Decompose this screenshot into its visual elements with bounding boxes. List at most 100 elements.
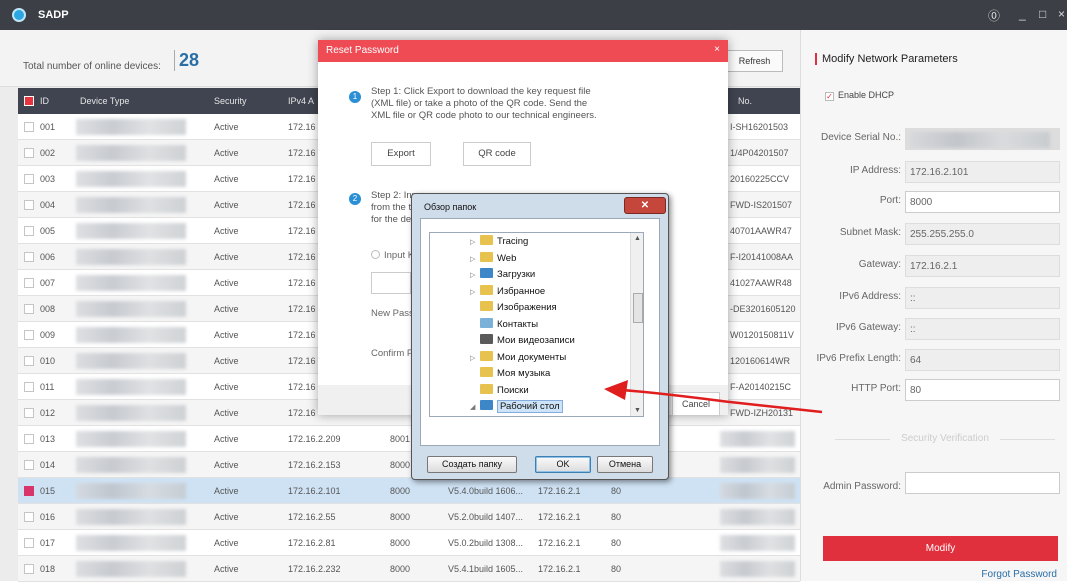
- redacted-serial: [720, 535, 795, 551]
- confirm-password-label: Confirm P: [371, 348, 414, 359]
- row-checkbox[interactable]: [24, 382, 34, 392]
- cell-ip: 172.16: [288, 382, 316, 392]
- http-port-field[interactable]: 80: [905, 379, 1060, 401]
- minimize-button[interactable]: _: [1019, 7, 1026, 21]
- ipv6-prefix-field[interactable]: 64: [905, 349, 1060, 371]
- folder-item[interactable]: ◢ Рабочий стол: [470, 400, 563, 416]
- radio-icon: [371, 250, 380, 259]
- folder-item[interactable]: Моя музыка: [480, 367, 550, 383]
- row-checkbox[interactable]: [24, 226, 34, 236]
- cell-serial: 40701AAWR47: [730, 226, 792, 236]
- col-security[interactable]: Security: [214, 96, 247, 106]
- col-id[interactable]: ID: [40, 96, 49, 106]
- about-icon[interactable]: ⓪: [988, 7, 1000, 24]
- dialog-cancel-button[interactable]: Cancel: [672, 392, 720, 416]
- expand-arrow-icon[interactable]: ▷: [470, 288, 480, 296]
- ip-field[interactable]: 172.16.2.101: [905, 161, 1060, 183]
- row-checkbox[interactable]: [24, 434, 34, 444]
- cell-id: 016: [40, 512, 56, 522]
- ok-button[interactable]: OK: [535, 456, 591, 473]
- folder-item[interactable]: ▷ Загрузки: [470, 268, 535, 284]
- subnet-field[interactable]: 255.255.255.0: [905, 223, 1060, 245]
- folder-tree[interactable]: ▷ Tracing ▷ Web ▷ Загрузки ▷ Избранное Изображен…: [429, 232, 644, 417]
- row-checkbox[interactable]: [24, 278, 34, 288]
- gateway-label: Gateway:: [858, 259, 901, 270]
- folder-label: Контакты: [497, 318, 539, 330]
- row-checkbox[interactable]: [24, 200, 34, 210]
- admin-password-field[interactable]: [905, 472, 1060, 494]
- online-count-label: Total number of online devices:: [23, 61, 161, 72]
- folder-item[interactable]: 600: [480, 417, 513, 418]
- row-checkbox[interactable]: [24, 356, 34, 366]
- col-serial[interactable]: No.: [738, 96, 752, 106]
- table-row[interactable]: 017 Active 172.16.2.81 8000 V5.0.2build 1308…: [18, 530, 800, 556]
- row-checkbox[interactable]: [24, 252, 34, 262]
- key-input[interactable]: [371, 272, 411, 294]
- row-checkbox[interactable]: [24, 148, 34, 158]
- table-row[interactable]: 016 Active 172.16.2.55 8000 V5.2.0build 1407…: [18, 504, 800, 530]
- expand-arrow-icon[interactable]: ▷: [470, 354, 480, 362]
- folder-item[interactable]: ▷ Мои документы: [470, 350, 566, 367]
- port-field[interactable]: 8000: [905, 191, 1060, 213]
- table-row[interactable]: 015 Active 172.16.2.101 8000 V5.4.0build 160…: [18, 478, 800, 504]
- redacted-device-type: [76, 405, 186, 421]
- dialog-close-button[interactable]: ×: [714, 44, 720, 55]
- row-checkbox[interactable]: [24, 486, 34, 496]
- folder-label: Поиски: [497, 384, 529, 396]
- maximize-button[interactable]: □: [1039, 7, 1046, 21]
- folder-browser-close-button[interactable]: ✕: [624, 197, 666, 214]
- row-checkbox[interactable]: [24, 460, 34, 470]
- row-checkbox[interactable]: [24, 304, 34, 314]
- create-folder-button[interactable]: Создать папку: [427, 456, 517, 473]
- qr-code-button[interactable]: QR code: [463, 142, 531, 166]
- expand-arrow-icon[interactable]: ▷: [470, 255, 480, 263]
- row-checkbox[interactable]: [24, 330, 34, 340]
- folder-item[interactable]: Изображения: [480, 301, 557, 317]
- select-all-checkbox[interactable]: [24, 96, 34, 106]
- cell-security: Active: [214, 200, 239, 210]
- scroll-down-icon[interactable]: ▼: [634, 407, 641, 414]
- row-checkbox[interactable]: [24, 174, 34, 184]
- row-checkbox[interactable]: [24, 122, 34, 132]
- redacted-device-type: [76, 509, 186, 525]
- cell-security: Active: [214, 486, 239, 496]
- col-device-type[interactable]: Device Type: [80, 96, 129, 106]
- export-button[interactable]: Export: [371, 142, 431, 166]
- row-checkbox[interactable]: [24, 564, 34, 574]
- enable-dhcp-checkbox[interactable]: ✓ Enable DHCP: [825, 90, 894, 101]
- ipv6-gateway-field[interactable]: ::: [905, 318, 1060, 340]
- cell-serial: F-I20141008AA: [730, 252, 794, 262]
- table-row[interactable]: 013 Active 172.16.2.209 8001: [18, 426, 800, 452]
- folder-item[interactable]: ▷ Web: [470, 251, 516, 268]
- cell-serial: 120160614WR: [730, 356, 791, 366]
- tree-scrollbar[interactable]: ▲ ▼: [630, 233, 643, 416]
- folder-item[interactable]: Поиски: [480, 383, 529, 400]
- cell-security: Active: [214, 382, 239, 392]
- gateway-field[interactable]: 172.16.2.1: [905, 255, 1060, 277]
- forgot-password-link[interactable]: Forgot Password: [981, 569, 1057, 580]
- folder-item[interactable]: Контакты: [480, 317, 539, 334]
- expand-arrow-icon[interactable]: ◢: [470, 403, 480, 411]
- col-ipv4[interactable]: IPv4 A: [288, 96, 314, 106]
- row-checkbox[interactable]: [24, 538, 34, 548]
- refresh-button[interactable]: Refresh: [726, 50, 783, 72]
- table-row[interactable]: 014 Active 172.16.2.153 8000: [18, 452, 800, 478]
- table-row[interactable]: 018 Active 172.16.2.232 8000 V5.4.1build 160…: [18, 556, 800, 582]
- folder-cancel-button[interactable]: Отмена: [597, 456, 653, 473]
- folder-item[interactable]: ▷ Избранное: [470, 284, 545, 301]
- cell-ip: 172.16.2.232: [288, 564, 341, 574]
- modify-button[interactable]: Modify: [823, 536, 1058, 561]
- expand-arrow-icon[interactable]: ▷: [470, 271, 480, 279]
- cell-gateway: 172.16.2.1: [538, 512, 581, 522]
- expand-arrow-icon[interactable]: ▷: [470, 238, 480, 246]
- scroll-up-icon[interactable]: ▲: [634, 235, 641, 242]
- folder-item[interactable]: ▷ Tracing: [470, 235, 528, 251]
- close-window-button[interactable]: ×: [1058, 7, 1065, 21]
- cell-serial: 41027AAWR48: [730, 278, 792, 288]
- folder-item[interactable]: Мои видеозаписи: [480, 334, 575, 350]
- ipv6-field[interactable]: ::: [905, 287, 1060, 309]
- scroll-thumb[interactable]: [633, 293, 643, 323]
- row-checkbox[interactable]: [24, 512, 34, 522]
- row-checkbox[interactable]: [24, 408, 34, 418]
- input-key-radio[interactable]: Input K: [371, 250, 414, 261]
